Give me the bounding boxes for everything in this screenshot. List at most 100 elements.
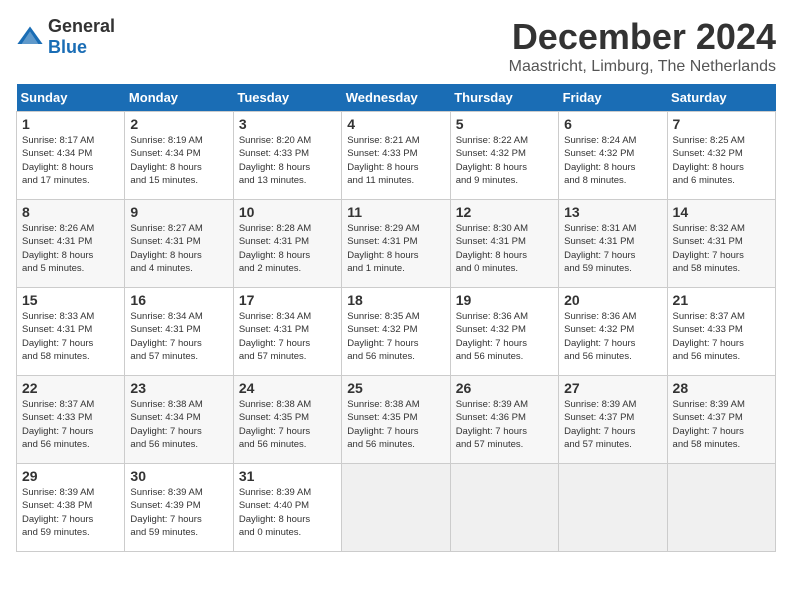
day-number: 7 [673, 116, 770, 132]
table-cell: 18Sunrise: 8:35 AM Sunset: 4:32 PM Dayli… [342, 288, 450, 376]
header-wednesday: Wednesday [342, 84, 450, 112]
day-number: 13 [564, 204, 661, 220]
day-info: Sunrise: 8:26 AM Sunset: 4:31 PM Dayligh… [22, 222, 119, 275]
location-title: Maastricht, Limburg, The Netherlands [509, 58, 776, 76]
day-number: 24 [239, 380, 336, 396]
day-info: Sunrise: 8:37 AM Sunset: 4:33 PM Dayligh… [22, 398, 119, 451]
day-number: 9 [130, 204, 227, 220]
logo-icon [16, 23, 44, 51]
month-title: December 2024 [509, 16, 776, 58]
week-row-1: 1Sunrise: 8:17 AM Sunset: 4:34 PM Daylig… [17, 112, 776, 200]
table-cell: 31 Sunrise: 8:39 AM Sunset: 4:40 PM Dayli… [233, 464, 341, 552]
day-number: 12 [456, 204, 553, 220]
day-info: Sunrise: 8:19 AM Sunset: 4:34 PM Dayligh… [130, 134, 227, 187]
day-info: Sunrise: 8:29 AM Sunset: 4:31 PM Dayligh… [347, 222, 444, 275]
table-cell: 16 Sunrise: 8:34 AM Sunset: 4:31 PM Dayli… [125, 288, 233, 376]
day-info: Sunrise: 8:38 AM Sunset: 4:34 PM Dayligh… [130, 398, 227, 451]
logo: General Blue [16, 16, 115, 58]
table-cell: 19Sunrise: 8:36 AM Sunset: 4:32 PM Dayli… [450, 288, 558, 376]
table-cell: 15 Sunrise: 8:33 AM Sunset: 4:31 PM Dayli… [17, 288, 125, 376]
header-sunday: Sunday [17, 84, 125, 112]
table-cell: 5Sunrise: 8:22 AM Sunset: 4:32 PM Daylig… [450, 112, 558, 200]
day-info: Sunrise: 8:36 AM Sunset: 4:32 PM Dayligh… [456, 310, 553, 363]
day-number: 16 [130, 292, 227, 308]
calendar-table: Sunday Monday Tuesday Wednesday Thursday… [16, 84, 776, 552]
table-cell: 28 Sunrise: 8:39 AM Sunset: 4:37 PM Dayli… [667, 376, 775, 464]
day-number: 6 [564, 116, 661, 132]
table-cell: 1Sunrise: 8:17 AM Sunset: 4:34 PM Daylig… [17, 112, 125, 200]
header-tuesday: Tuesday [233, 84, 341, 112]
header-saturday: Saturday [667, 84, 775, 112]
table-cell: 22Sunrise: 8:37 AM Sunset: 4:33 PM Dayli… [17, 376, 125, 464]
table-cell: 2 Sunrise: 8:19 AM Sunset: 4:34 PM Daylig… [125, 112, 233, 200]
day-number: 8 [22, 204, 119, 220]
table-cell: 27 Sunrise: 8:39 AM Sunset: 4:37 PM Dayli… [559, 376, 667, 464]
logo-general: General [48, 16, 115, 36]
day-info: Sunrise: 8:31 AM Sunset: 4:31 PM Dayligh… [564, 222, 661, 275]
table-cell: 24 Sunrise: 8:38 AM Sunset: 4:35 PM Dayli… [233, 376, 341, 464]
day-number: 26 [456, 380, 553, 396]
table-cell: 10Sunrise: 8:28 AM Sunset: 4:31 PM Dayli… [233, 200, 341, 288]
day-number: 3 [239, 116, 336, 132]
day-info: Sunrise: 8:30 AM Sunset: 4:31 PM Dayligh… [456, 222, 553, 275]
day-number: 17 [239, 292, 336, 308]
day-info: Sunrise: 8:39 AM Sunset: 4:37 PM Dayligh… [673, 398, 770, 451]
header-thursday: Thursday [450, 84, 558, 112]
table-cell [667, 464, 775, 552]
header-friday: Friday [559, 84, 667, 112]
table-cell: 25 Sunrise: 8:38 AM Sunset: 4:35 PM Dayli… [342, 376, 450, 464]
day-info: Sunrise: 8:39 AM Sunset: 4:39 PM Dayligh… [130, 486, 227, 539]
day-info: Sunrise: 8:21 AM Sunset: 4:33 PM Dayligh… [347, 134, 444, 187]
day-info: Sunrise: 8:39 AM Sunset: 4:36 PM Dayligh… [456, 398, 553, 451]
day-number: 5 [456, 116, 553, 132]
table-cell: 8 Sunrise: 8:26 AM Sunset: 4:31 PM Daylig… [17, 200, 125, 288]
table-cell: 13 Sunrise: 8:31 AM Sunset: 4:31 PM Dayli… [559, 200, 667, 288]
day-info: Sunrise: 8:25 AM Sunset: 4:32 PM Dayligh… [673, 134, 770, 187]
day-info: Sunrise: 8:34 AM Sunset: 4:31 PM Dayligh… [130, 310, 227, 363]
header-monday: Monday [125, 84, 233, 112]
table-cell [559, 464, 667, 552]
day-info: Sunrise: 8:28 AM Sunset: 4:31 PM Dayligh… [239, 222, 336, 275]
day-info: Sunrise: 8:38 AM Sunset: 4:35 PM Dayligh… [347, 398, 444, 451]
table-cell: 12 Sunrise: 8:30 AM Sunset: 4:31 PM Dayli… [450, 200, 558, 288]
day-number: 27 [564, 380, 661, 396]
day-number: 23 [130, 380, 227, 396]
table-cell: 23 Sunrise: 8:38 AM Sunset: 4:34 PM Dayli… [125, 376, 233, 464]
table-cell [450, 464, 558, 552]
table-cell: 4 Sunrise: 8:21 AM Sunset: 4:33 PM Daylig… [342, 112, 450, 200]
week-row-3: 15 Sunrise: 8:33 AM Sunset: 4:31 PM Dayli… [17, 288, 776, 376]
day-info: Sunrise: 8:37 AM Sunset: 4:33 PM Dayligh… [673, 310, 770, 363]
day-number: 29 [22, 468, 119, 484]
day-info: Sunrise: 8:35 AM Sunset: 4:32 PM Dayligh… [347, 310, 444, 363]
day-number: 28 [673, 380, 770, 396]
day-info: Sunrise: 8:38 AM Sunset: 4:35 PM Dayligh… [239, 398, 336, 451]
table-cell: 17 Sunrise: 8:34 AM Sunset: 4:31 PM Dayli… [233, 288, 341, 376]
header-row: Sunday Monday Tuesday Wednesday Thursday… [17, 84, 776, 112]
day-info: Sunrise: 8:39 AM Sunset: 4:40 PM Dayligh… [239, 486, 336, 539]
table-cell: 6Sunrise: 8:24 AM Sunset: 4:32 PM Daylig… [559, 112, 667, 200]
logo-blue: Blue [48, 37, 87, 57]
day-number: 21 [673, 292, 770, 308]
table-cell: 20 Sunrise: 8:36 AM Sunset: 4:32 PM Dayli… [559, 288, 667, 376]
day-info: Sunrise: 8:36 AM Sunset: 4:32 PM Dayligh… [564, 310, 661, 363]
day-number: 25 [347, 380, 444, 396]
day-info: Sunrise: 8:34 AM Sunset: 4:31 PM Dayligh… [239, 310, 336, 363]
table-cell: 21 Sunrise: 8:37 AM Sunset: 4:33 PM Dayli… [667, 288, 775, 376]
day-number: 30 [130, 468, 227, 484]
day-info: Sunrise: 8:20 AM Sunset: 4:33 PM Dayligh… [239, 134, 336, 187]
day-number: 31 [239, 468, 336, 484]
day-number: 20 [564, 292, 661, 308]
day-number: 11 [347, 204, 444, 220]
day-info: Sunrise: 8:17 AM Sunset: 4:34 PM Dayligh… [22, 134, 119, 187]
day-number: 4 [347, 116, 444, 132]
table-cell: 30 Sunrise: 8:39 AM Sunset: 4:39 PM Dayli… [125, 464, 233, 552]
day-info: Sunrise: 8:33 AM Sunset: 4:31 PM Dayligh… [22, 310, 119, 363]
title-area: December 2024 Maastricht, Limburg, The N… [509, 16, 776, 76]
week-row-5: 29Sunrise: 8:39 AM Sunset: 4:38 PM Dayli… [17, 464, 776, 552]
table-cell: 14Sunrise: 8:32 AM Sunset: 4:31 PM Dayli… [667, 200, 775, 288]
day-number: 15 [22, 292, 119, 308]
table-cell: 29Sunrise: 8:39 AM Sunset: 4:38 PM Dayli… [17, 464, 125, 552]
table-cell: 11 Sunrise: 8:29 AM Sunset: 4:31 PM Dayli… [342, 200, 450, 288]
day-info: Sunrise: 8:39 AM Sunset: 4:37 PM Dayligh… [564, 398, 661, 451]
day-number: 2 [130, 116, 227, 132]
